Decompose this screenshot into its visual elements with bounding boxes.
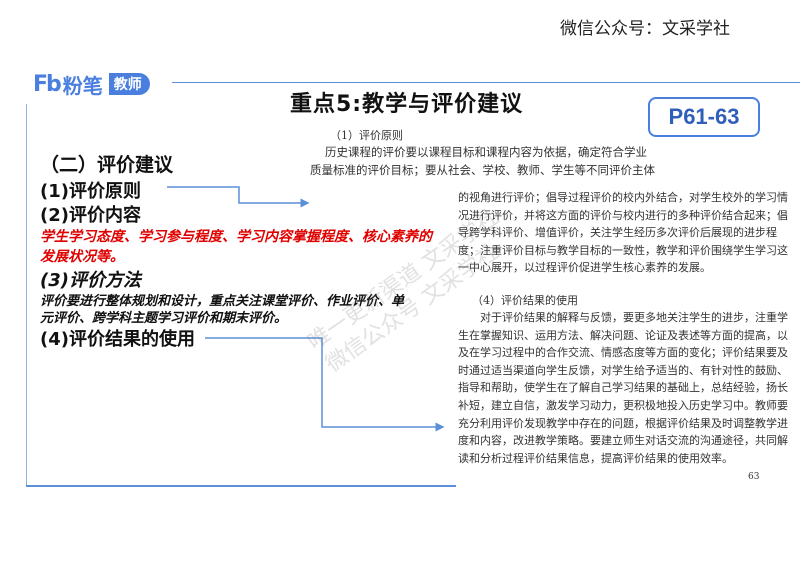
arrow-principles bbox=[167, 186, 310, 208]
